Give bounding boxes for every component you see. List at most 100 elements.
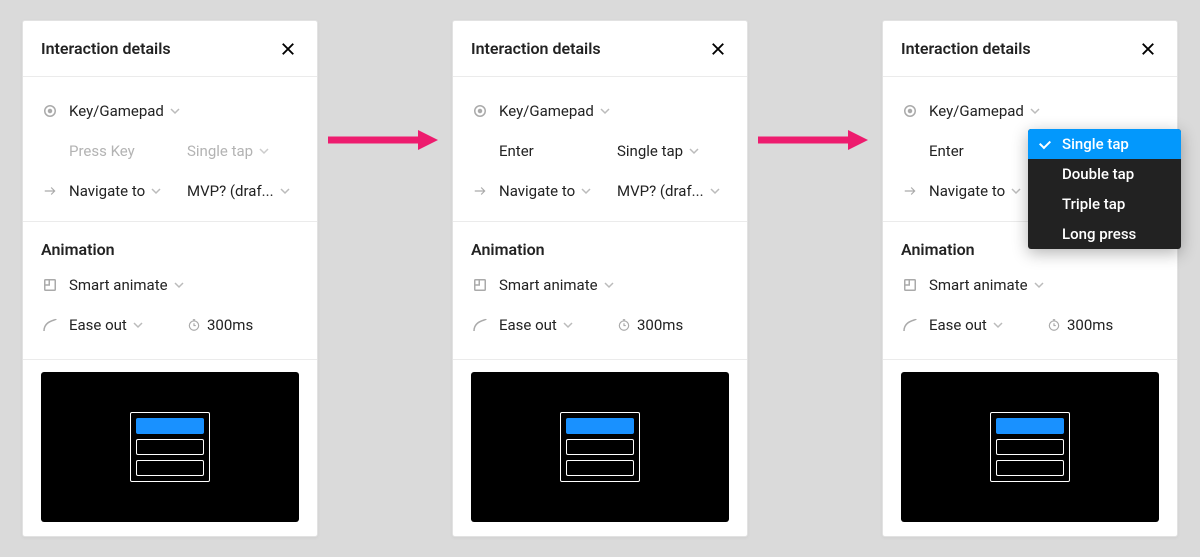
animation-type-row[interactable]: Smart animate bbox=[41, 265, 299, 305]
preview-bar bbox=[996, 439, 1064, 455]
animation-type[interactable]: Smart animate bbox=[929, 276, 1159, 294]
smart-animate-icon bbox=[41, 276, 59, 294]
chevron-down-icon bbox=[151, 186, 161, 196]
dropdown-option[interactable]: Triple tap bbox=[1028, 189, 1181, 219]
key-input-value[interactable]: Enter bbox=[929, 142, 1037, 160]
tap-mode-dropdown[interactable]: Single tap Double tap Triple tap Long pr… bbox=[1028, 129, 1181, 249]
flow-arrow-icon bbox=[328, 130, 438, 150]
trigger-icon bbox=[901, 102, 919, 120]
trigger-section: Key/Gamepad Press Key Single tap Navigat… bbox=[23, 77, 317, 215]
animation-type-row[interactable]: Smart animate bbox=[901, 265, 1159, 305]
dropdown-option[interactable]: Long press bbox=[1028, 219, 1181, 249]
chevron-down-icon bbox=[170, 106, 180, 116]
preview-bar bbox=[136, 439, 204, 455]
easing-select[interactable]: Ease out bbox=[499, 316, 607, 334]
animation-easing-row[interactable]: Ease out 300ms bbox=[901, 305, 1159, 345]
smart-animate-icon bbox=[471, 276, 489, 294]
trigger-type-label: Key/Gamepad bbox=[499, 102, 729, 120]
chevron-down-icon bbox=[604, 280, 614, 290]
preview-bar bbox=[566, 439, 634, 455]
interaction-panel: Interaction details Key/Gamepad Enter bbox=[882, 20, 1178, 537]
animation-preview bbox=[471, 372, 729, 522]
action-verb[interactable]: Navigate to bbox=[69, 182, 177, 200]
navigate-icon bbox=[901, 184, 919, 198]
preview-frame bbox=[130, 412, 210, 482]
action-target[interactable]: MVP? (draf... bbox=[617, 182, 729, 200]
ease-curve-icon bbox=[471, 316, 489, 334]
trigger-section: Key/Gamepad Enter Single tap Navigate to bbox=[453, 77, 747, 215]
tap-mode-select[interactable]: Single tap bbox=[617, 142, 729, 160]
key-input-placeholder[interactable]: Press Key bbox=[69, 142, 177, 160]
preview-bar bbox=[136, 460, 204, 476]
dropdown-option[interactable]: Double tap bbox=[1028, 159, 1181, 189]
trigger-type-label: Key/Gamepad bbox=[69, 102, 299, 120]
action-row[interactable]: Navigate to MVP? (draf... bbox=[41, 171, 299, 211]
animation-title: Animation bbox=[41, 236, 299, 259]
chevron-down-icon bbox=[581, 186, 591, 196]
action-row[interactable]: Navigate to MVP? (draf... bbox=[471, 171, 729, 211]
trigger-key-row[interactable]: Press Key Single tap bbox=[41, 131, 299, 171]
interaction-panel: Interaction details Key/Gamepad Enter Si… bbox=[452, 20, 748, 537]
chevron-down-icon bbox=[1030, 106, 1040, 116]
animation-type[interactable]: Smart animate bbox=[69, 276, 299, 294]
chevron-down-icon bbox=[174, 280, 184, 290]
trigger-type-row[interactable]: Key/Gamepad bbox=[901, 91, 1159, 131]
action-verb[interactable]: Navigate to bbox=[499, 182, 607, 200]
panel-header: Interaction details bbox=[23, 21, 317, 77]
chevron-down-icon bbox=[1011, 186, 1021, 196]
dropdown-option[interactable]: Single tap bbox=[1028, 129, 1181, 159]
animation-title: Animation bbox=[471, 236, 729, 259]
trigger-type-row[interactable]: Key/Gamepad bbox=[41, 91, 299, 131]
chevron-down-icon bbox=[259, 146, 269, 156]
action-target[interactable]: MVP? (draf... bbox=[187, 182, 299, 200]
trigger-icon bbox=[471, 102, 489, 120]
navigate-icon bbox=[471, 184, 489, 198]
preview-frame bbox=[990, 412, 1070, 482]
chevron-down-icon bbox=[563, 320, 573, 330]
key-input-value[interactable]: Enter bbox=[499, 142, 607, 160]
chevron-down-icon bbox=[689, 146, 699, 156]
clock-icon bbox=[617, 318, 631, 332]
panel-header: Interaction details bbox=[453, 21, 747, 77]
panel-title: Interaction details bbox=[41, 39, 171, 58]
trigger-icon bbox=[41, 102, 59, 120]
panel-title: Interaction details bbox=[901, 39, 1031, 58]
smart-animate-icon bbox=[901, 276, 919, 294]
duration-field[interactable]: 300ms bbox=[187, 316, 299, 334]
preview-bar bbox=[996, 460, 1064, 476]
chevron-down-icon bbox=[993, 320, 1003, 330]
chevron-down-icon bbox=[280, 186, 290, 196]
preview-frame bbox=[560, 412, 640, 482]
preview-bar bbox=[996, 418, 1064, 434]
animation-preview bbox=[901, 372, 1159, 522]
easing-select[interactable]: Ease out bbox=[69, 316, 177, 334]
ease-curve-icon bbox=[41, 316, 59, 334]
flow-arrow-icon bbox=[758, 130, 868, 150]
preview-bar bbox=[566, 460, 634, 476]
panel-title: Interaction details bbox=[471, 39, 601, 58]
animation-section: Animation Smart animate Ease out bbox=[453, 221, 747, 360]
animation-preview bbox=[41, 372, 299, 522]
chevron-down-icon bbox=[133, 320, 143, 330]
easing-select[interactable]: Ease out bbox=[929, 316, 1037, 334]
navigate-icon bbox=[41, 184, 59, 198]
interaction-panel: Interaction details Key/Gamepad Press Ke… bbox=[22, 20, 318, 537]
preview-bar bbox=[136, 418, 204, 434]
animation-section: Animation Smart animate Ease out bbox=[23, 221, 317, 360]
trigger-key-row[interactable]: Enter Single tap bbox=[471, 131, 729, 171]
tap-mode-select[interactable]: Single tap bbox=[187, 142, 299, 160]
animation-type[interactable]: Smart animate bbox=[499, 276, 729, 294]
trigger-type-row[interactable]: Key/Gamepad bbox=[471, 91, 729, 131]
panel-header: Interaction details bbox=[883, 21, 1177, 77]
close-icon[interactable] bbox=[277, 38, 299, 60]
animation-easing-row[interactable]: Ease out 300ms bbox=[41, 305, 299, 345]
animation-easing-row[interactable]: Ease out 300ms bbox=[471, 305, 729, 345]
duration-field[interactable]: 300ms bbox=[617, 316, 729, 334]
duration-field[interactable]: 300ms bbox=[1047, 316, 1159, 334]
close-icon[interactable] bbox=[1137, 38, 1159, 60]
clock-icon bbox=[1047, 318, 1061, 332]
close-icon[interactable] bbox=[707, 38, 729, 60]
animation-type-row[interactable]: Smart animate bbox=[471, 265, 729, 305]
ease-curve-icon bbox=[901, 316, 919, 334]
chevron-down-icon bbox=[710, 186, 720, 196]
